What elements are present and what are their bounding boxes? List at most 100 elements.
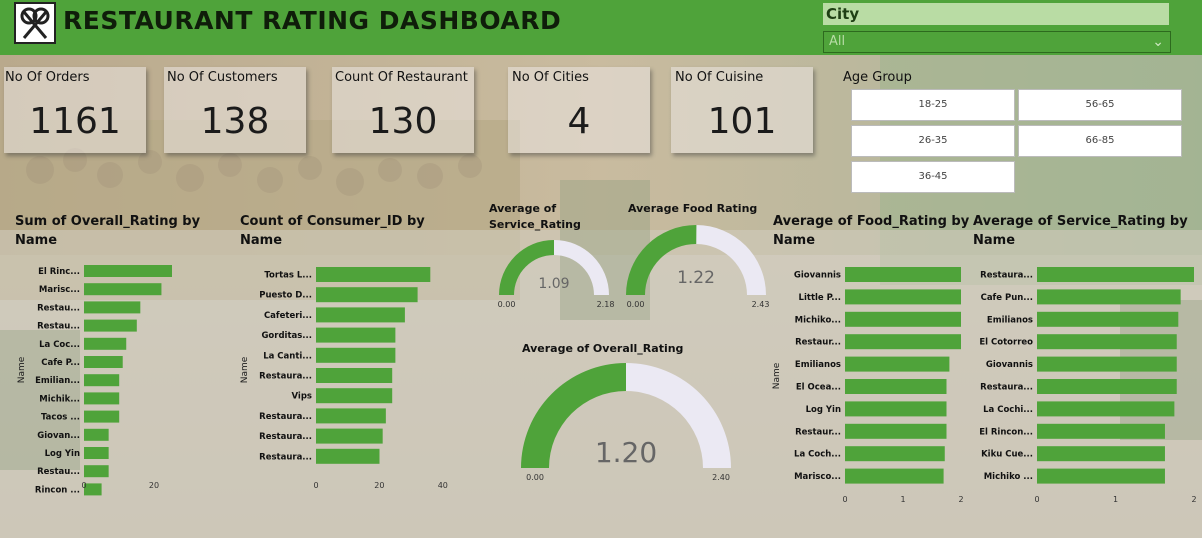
gauge-title-food: Average Food Rating (628, 202, 758, 215)
bar (845, 446, 945, 462)
city-filter-label: City (823, 3, 1169, 25)
bar (845, 356, 950, 372)
category-label: Marisc... (39, 285, 80, 295)
category-label: Restau... (37, 467, 80, 477)
bar (316, 428, 383, 444)
bar (845, 379, 947, 394)
category-label: Michiko ... (984, 472, 1033, 482)
kpi-value: 138 (200, 101, 270, 142)
category-label: Restaura... (980, 271, 1033, 281)
category-label: Vips (292, 392, 313, 402)
x-tick-label: 0 (1034, 495, 1039, 504)
bar (316, 408, 386, 424)
y-axis-label: Name (17, 356, 27, 383)
chart-title-overall-by-name: Sum of Overall_Rating by Name (15, 212, 200, 250)
chart-title-line2: Name (15, 233, 58, 248)
category-label: La Canti... (263, 351, 312, 361)
bar (845, 423, 947, 439)
bar (1037, 468, 1165, 484)
age-option-36-45[interactable]: 36-45 (851, 161, 1015, 193)
kpi-label: No Of Customers (167, 70, 278, 85)
bar (316, 448, 380, 464)
x-tick-label: 40 (438, 481, 448, 490)
kpi-value: 101 (707, 101, 777, 142)
category-label: Michik... (39, 394, 80, 404)
age-option-26-35[interactable]: 26-35 (851, 125, 1015, 157)
category-label: Giovannis (986, 360, 1033, 370)
category-label: Restaura... (259, 452, 312, 462)
kpi-value: 1161 (29, 101, 121, 142)
bar (84, 428, 109, 441)
bar (845, 289, 961, 305)
category-label: Restaura... (980, 383, 1033, 393)
bar-chart-service-by-name: Restaura... Cafe Pun... Emilianos El Cotorr… (979, 267, 1197, 504)
chart-title-line1: Sum of Overall_Rating by (15, 214, 201, 229)
category-label: La Coch... (794, 450, 841, 460)
city-dropdown-value: All (829, 34, 846, 49)
chart-title-line1: Average of Food_Rating by (773, 214, 970, 229)
gauge-min: 0.00 (526, 473, 544, 482)
category-label: Michiko... (795, 315, 841, 325)
category-label: Emilian... (35, 376, 80, 386)
bar (84, 410, 120, 423)
bar (1037, 401, 1175, 417)
category-label: Tacos ... (41, 413, 80, 423)
kpi-label: No Of Orders (5, 70, 90, 85)
bar (84, 447, 109, 459)
bar (84, 483, 102, 496)
chart-title-food-by-name: Average of Food_Rating by Name (773, 212, 969, 250)
bar (316, 327, 396, 343)
chevron-down-icon: ⌄ (1152, 34, 1164, 50)
bar (845, 267, 961, 282)
bar (1037, 423, 1165, 439)
bar (84, 392, 120, 405)
age-option-66-85[interactable]: 66-85 (1018, 125, 1182, 157)
category-label: Emilianos (795, 360, 841, 370)
category-label: Log Yin (45, 449, 80, 459)
y-axis-label: Name (240, 356, 250, 383)
age-group-title: Age Group (843, 70, 912, 85)
x-tick-label: 0 (81, 481, 86, 490)
category-label: Emilianos (987, 315, 1033, 325)
bar (845, 311, 961, 327)
bar (316, 287, 418, 303)
bar (1037, 379, 1177, 394)
kpi-card-cuisine: No Of Cuisine 101 (671, 67, 813, 153)
bar (845, 468, 944, 484)
age-option-18-25[interactable]: 18-25 (851, 89, 1015, 121)
category-label: Marisco... (794, 472, 841, 482)
bar (84, 465, 109, 478)
category-label: La Coc... (39, 340, 80, 350)
kpi-label: Count Of Restaurant (335, 70, 468, 85)
x-tick-label: 20 (149, 481, 159, 490)
kpi-card-cities: No Of Cities 4 (508, 67, 650, 153)
bar (84, 283, 162, 296)
chart-title-line2: Name (240, 233, 283, 248)
category-label: Tortas L... (264, 271, 312, 281)
category-label: El Ocea... (796, 383, 841, 393)
x-tick-label: 2 (958, 495, 963, 504)
gauge-max: 2.18 (597, 300, 615, 309)
category-label: Little P... (799, 293, 841, 303)
bar-chart-consumer-by-name: Tortas L... Puesto D... Cafeteri... Gordita… (240, 267, 448, 490)
kpi-card-orders: No Of Orders 1161 (4, 67, 146, 153)
category-label: Puesto D... (259, 291, 312, 301)
category-label: Cafeteri... (264, 311, 312, 321)
chart-title-line2: Name (973, 233, 1016, 248)
gauge-min: 0.00 (498, 300, 516, 309)
city-dropdown[interactable]: All ⌄ (823, 31, 1171, 53)
gauge-max: 2.43 (752, 300, 770, 309)
bar (84, 374, 120, 387)
kpi-card-restaurants: Count Of Restaurant 130 (332, 67, 474, 153)
bar (316, 307, 405, 323)
category-label: El Rincon... (979, 427, 1033, 437)
bar (1037, 356, 1177, 372)
category-label: Kiku Cue... (981, 450, 1033, 460)
age-option-56-65[interactable]: 56-65 (1018, 89, 1182, 121)
bar (316, 347, 396, 363)
kpi-value: 130 (368, 101, 438, 142)
dashboard-header: RESTAURANT RATING DASHBOARD City All ⌄ (0, 0, 1202, 55)
kpi-label: No Of Cities (512, 70, 589, 85)
bar (84, 356, 123, 368)
page-title: RESTAURANT RATING DASHBOARD (63, 6, 562, 35)
